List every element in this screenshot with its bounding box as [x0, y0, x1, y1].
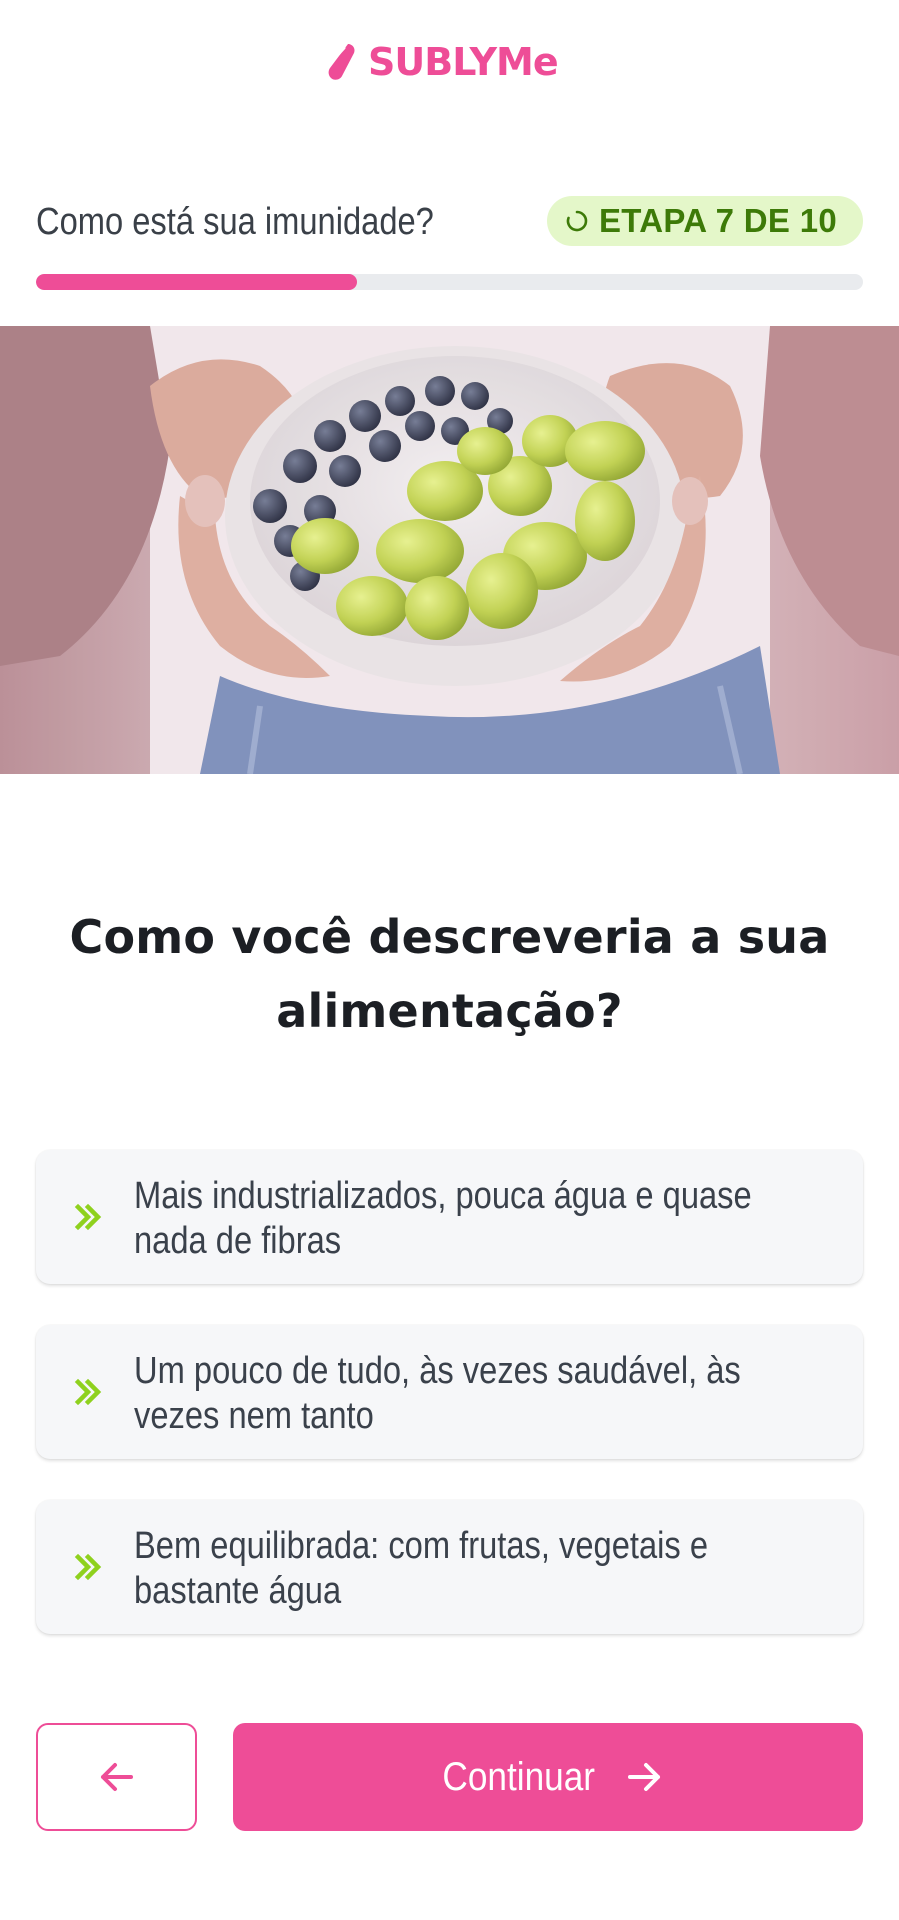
step-badge: ETAPA 7 DE 10 — [546, 196, 863, 246]
option-label: Um pouco de tudo, às vezes saudável, às … — [134, 1349, 839, 1439]
option-label-line-2: bastante água — [134, 1570, 342, 1612]
question-line-1: Como você descreveria a sua — [69, 910, 830, 964]
hero-photo — [0, 326, 899, 774]
step-question: Como está sua imunidade? — [36, 201, 434, 243]
progress-bar — [36, 274, 863, 290]
hero-image — [0, 326, 899, 774]
question-line-2: alimentação? — [276, 984, 623, 1038]
double-chevron-right-icon — [74, 1553, 102, 1581]
arrow-right-icon — [627, 1763, 660, 1791]
brand-leaf-icon — [328, 44, 355, 80]
progress-fill — [36, 274, 357, 290]
loading-spinner-icon — [566, 210, 588, 232]
option-label-line-1: Mais industrializados, pouca água e quas… — [134, 1175, 752, 1217]
answer-options: Mais industrializados, pouca água e quas… — [36, 1150, 863, 1675]
option-mixed-diet[interactable]: Um pouco de tudo, às vezes saudável, às … — [36, 1325, 863, 1459]
step-header: Como está sua imunidade? ETAPA 7 DE 10 — [36, 196, 863, 248]
option-label-line-1: Um pouco de tudo, às vezes saudável, às — [134, 1350, 741, 1392]
option-label-line-2: nada de fibras — [134, 1220, 342, 1262]
option-processed-food[interactable]: Mais industrializados, pouca água e quas… — [36, 1150, 863, 1284]
option-label: Mais industrializados, pouca água e quas… — [134, 1174, 839, 1264]
brand-name: SUBLYMe — [368, 40, 559, 84]
header: SUBLYMe — [0, 0, 899, 130]
navigation-bar: Continuar — [36, 1723, 863, 1831]
brand-logo[interactable]: SUBLYMe — [326, 40, 559, 84]
question-title: Como você descreveria a sua alimentação? — [40, 900, 859, 1048]
step-badge-label: ETAPA 7 DE 10 — [598, 202, 837, 239]
option-label: Bem equilibrada: com frutas, vegetais e … — [134, 1524, 839, 1614]
arrow-left-icon — [100, 1763, 133, 1791]
option-balanced-diet[interactable]: Bem equilibrada: com frutas, vegetais e … — [36, 1500, 863, 1634]
double-chevron-right-icon — [74, 1378, 102, 1406]
back-button[interactable] — [36, 1723, 197, 1831]
continue-button[interactable]: Continuar — [233, 1723, 863, 1831]
double-chevron-right-icon — [74, 1203, 102, 1231]
option-label-line-2: vezes nem tanto — [134, 1395, 374, 1437]
continue-label: Continuar — [442, 1754, 596, 1799]
option-label-line-1: Bem equilibrada: com frutas, vegetais e — [134, 1525, 709, 1567]
